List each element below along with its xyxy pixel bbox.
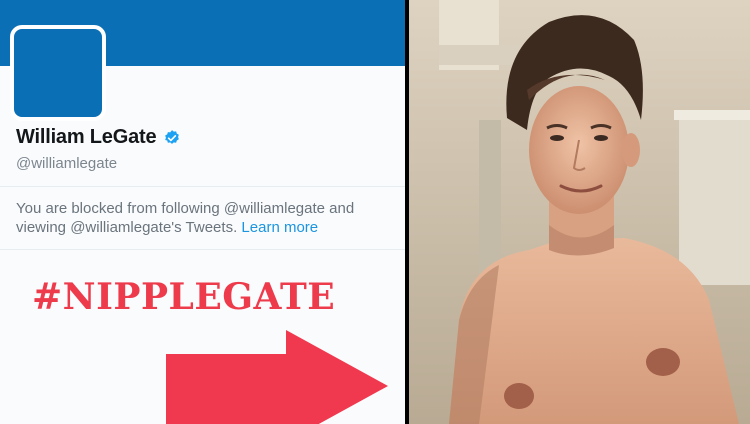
profile-handle: @williamlegate [16,155,118,172]
divider [0,186,405,187]
profile-panel: William LeGate @williamlegate You are bl… [0,0,405,424]
beach-photo [409,0,750,424]
right-arrow-icon [166,330,388,424]
hashtag-overlay: #NIPPLEGATE [32,276,336,318]
name-row: William LeGate [16,126,181,149]
photo-panel [409,0,750,424]
verified-badge-icon [165,129,180,144]
blocked-notice: You are blocked from following @williaml… [16,199,386,237]
display-name: William LeGate [16,126,157,148]
divider [0,249,405,250]
avatar[interactable] [10,25,106,121]
learn-more-link[interactable]: Learn more [241,219,318,236]
